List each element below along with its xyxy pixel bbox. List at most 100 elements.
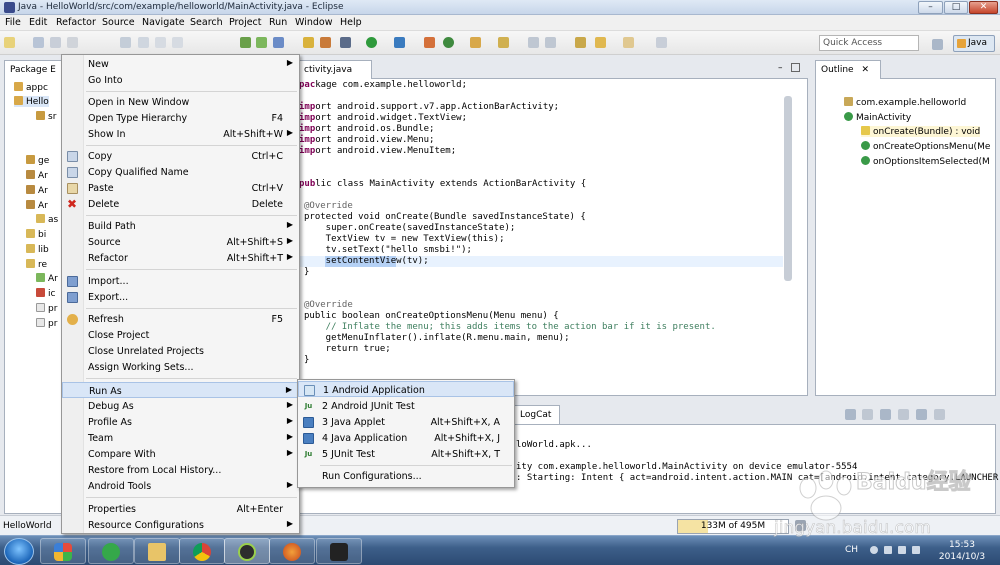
tree-item[interactable]: Ar — [36, 273, 58, 284]
menu-search[interactable]: Search — [190, 17, 223, 28]
menu-edit[interactable]: Edit — [29, 17, 47, 28]
tree-item[interactable]: appc — [14, 82, 48, 93]
menu-item-show-in[interactable]: Show In Alt+Shift+W ▶ — [62, 126, 299, 142]
run-icon[interactable] — [366, 37, 377, 48]
taskbar-app[interactable] — [134, 538, 180, 564]
menu-item-build-path[interactable]: Build Path ▶ — [62, 218, 299, 234]
menu-item-refresh[interactable]: Refresh F5 — [62, 311, 299, 327]
tree-item[interactable]: ic — [36, 288, 55, 299]
java-perspective-button[interactable]: Java — [953, 35, 995, 52]
submenu-item-android-application[interactable]: 1 Android Application — [298, 381, 514, 397]
tree-item[interactable]: lib — [26, 244, 49, 255]
submenu-item-java-applet[interactable]: 3 Java Applet Alt+Shift+X, A — [298, 414, 514, 430]
console-action-icon[interactable] — [880, 409, 891, 420]
menu-item-export[interactable]: Export... — [62, 289, 299, 305]
menu-item-refactor[interactable]: Refactor Alt+Shift+T ▶ — [62, 250, 299, 266]
menu-item-profile-as[interactable]: Profile As ▶ — [62, 414, 299, 430]
editor-minimize-button[interactable]: – — [778, 63, 783, 73]
print-icon[interactable] — [67, 37, 78, 48]
tool-icon[interactable] — [120, 37, 131, 48]
menu-item-android-tools[interactable]: Android Tools ▶ — [62, 478, 299, 494]
menu-navigate[interactable]: Navigate — [142, 17, 185, 28]
new-icon[interactable] — [4, 37, 15, 48]
outline-item-method[interactable]: onCreateOptionsMenu(Me — [861, 141, 990, 152]
menu-item-close-unrelated-projects[interactable]: Close Unrelated Projects — [62, 343, 299, 359]
menu-project[interactable]: Project — [229, 17, 262, 28]
menu-item-delete[interactable]: ✖ Delete Delete — [62, 196, 299, 212]
menu-item-go-into[interactable]: Go Into — [62, 72, 299, 88]
taskbar-app[interactable] — [40, 538, 86, 564]
tree-item[interactable]: bi — [26, 229, 46, 240]
external-tools-icon[interactable] — [424, 37, 435, 48]
console-action-icon[interactable] — [898, 409, 909, 420]
tree-item[interactable]: Hello — [14, 96, 49, 107]
close-button[interactable]: ✕ — [969, 1, 998, 14]
menu-item-resource-configurations[interactable]: Resource Configurations ▶ — [62, 517, 299, 533]
menu-item-open-in-new-window[interactable]: Open in New Window — [62, 94, 299, 110]
volume-icon[interactable] — [912, 546, 920, 554]
tab-mainactivity-java[interactable]: ctivity.java — [298, 60, 372, 79]
menu-item-copy[interactable]: Copy Ctrl+C — [62, 148, 299, 164]
pin-icon[interactable] — [656, 37, 667, 48]
tree-item[interactable]: ge — [26, 155, 49, 166]
search-icon[interactable] — [498, 37, 509, 48]
editor-scrollbar[interactable] — [784, 96, 792, 281]
menu-source[interactable]: Source — [102, 17, 135, 28]
menu-run[interactable]: Run — [269, 17, 287, 28]
tree-item[interactable]: pr — [36, 303, 57, 314]
submenu-item-run-configurations[interactable]: Run Configurations... — [298, 468, 514, 484]
input-language[interactable]: CH — [845, 545, 858, 555]
save-all-icon[interactable] — [50, 37, 61, 48]
menu-item-close-project[interactable]: Close Project — [62, 327, 299, 343]
avd-manager-icon[interactable] — [256, 37, 267, 48]
menu-item-import[interactable]: Import... — [62, 273, 299, 289]
menu-file[interactable]: File — [5, 17, 21, 28]
annotation-icon[interactable] — [545, 37, 556, 48]
system-clock[interactable]: 15:53 2014/10/3 — [930, 539, 994, 563]
open-perspective-icon[interactable] — [932, 39, 943, 50]
tree-item[interactable]: pr — [36, 318, 57, 329]
last-edit-icon[interactable] — [575, 37, 586, 48]
submenu-item-java-application[interactable]: 4 Java Application Alt+Shift+X, J — [298, 430, 514, 446]
menu-item-new[interactable]: New ▶ — [62, 56, 299, 72]
tool-icon[interactable] — [138, 37, 149, 48]
menu-refactor[interactable]: Refactor — [56, 17, 96, 28]
open-type-icon[interactable] — [470, 37, 481, 48]
tab-logcat[interactable]: LogCat — [514, 405, 560, 424]
minimize-button[interactable]: – — [918, 1, 943, 14]
editor-maximize-button[interactable] — [791, 63, 800, 72]
tree-item[interactable]: Ar — [26, 185, 48, 196]
quick-access-input[interactable]: Quick Access — [819, 35, 919, 51]
taskbar-app[interactable] — [269, 538, 315, 564]
back-icon[interactable] — [595, 37, 606, 48]
menu-item-compare-with[interactable]: Compare With ▶ — [62, 446, 299, 462]
outline-item-method[interactable]: onCreate(Bundle) : void — [861, 126, 981, 137]
android-sdk-icon[interactable] — [240, 37, 251, 48]
menu-window[interactable]: Window — [295, 17, 332, 28]
tray-icon[interactable] — [884, 546, 892, 554]
tab-package-explorer[interactable]: Package E — [4, 60, 62, 79]
console-action-icon[interactable] — [916, 409, 927, 420]
menu-item-copy-qualified-name[interactable]: Copy Qualified Name — [62, 164, 299, 180]
menu-item-paste[interactable]: Paste Ctrl+V — [62, 180, 299, 196]
menu-item-run-as[interactable]: Run As ▶ — [62, 382, 299, 398]
submenu-item-junit-test[interactable]: Ju 5 JUnit Test Alt+Shift+X, T — [298, 446, 514, 462]
menu-item-restore-from-local-history[interactable]: Restore from Local History... — [62, 462, 299, 478]
outline-item-package[interactable]: com.example.helloworld — [844, 97, 966, 108]
start-button[interactable] — [4, 538, 34, 565]
menu-item-source[interactable]: Source Alt+Shift+S ▶ — [62, 234, 299, 250]
tab-outline[interactable]: Outline ✕ — [815, 60, 881, 79]
coverage-icon[interactable] — [394, 37, 405, 48]
menu-item-team[interactable]: Team ▶ — [62, 430, 299, 446]
forward-icon[interactable] — [623, 37, 634, 48]
menu-item-properties[interactable]: Properties Alt+Enter — [62, 501, 299, 517]
menu-item-assign-working-sets[interactable]: Assign Working Sets... — [62, 359, 299, 375]
new-java-package-icon[interactable] — [443, 37, 454, 48]
close-icon[interactable]: ✕ — [861, 65, 869, 75]
tool-icon[interactable] — [320, 37, 331, 48]
taskbar-app-active[interactable] — [224, 538, 270, 564]
menu-item-debug-as[interactable]: Debug As ▶ — [62, 398, 299, 414]
console-action-icon[interactable] — [845, 409, 856, 420]
maximize-button[interactable]: □ — [944, 1, 968, 14]
tree-item[interactable]: Ar — [26, 170, 48, 181]
